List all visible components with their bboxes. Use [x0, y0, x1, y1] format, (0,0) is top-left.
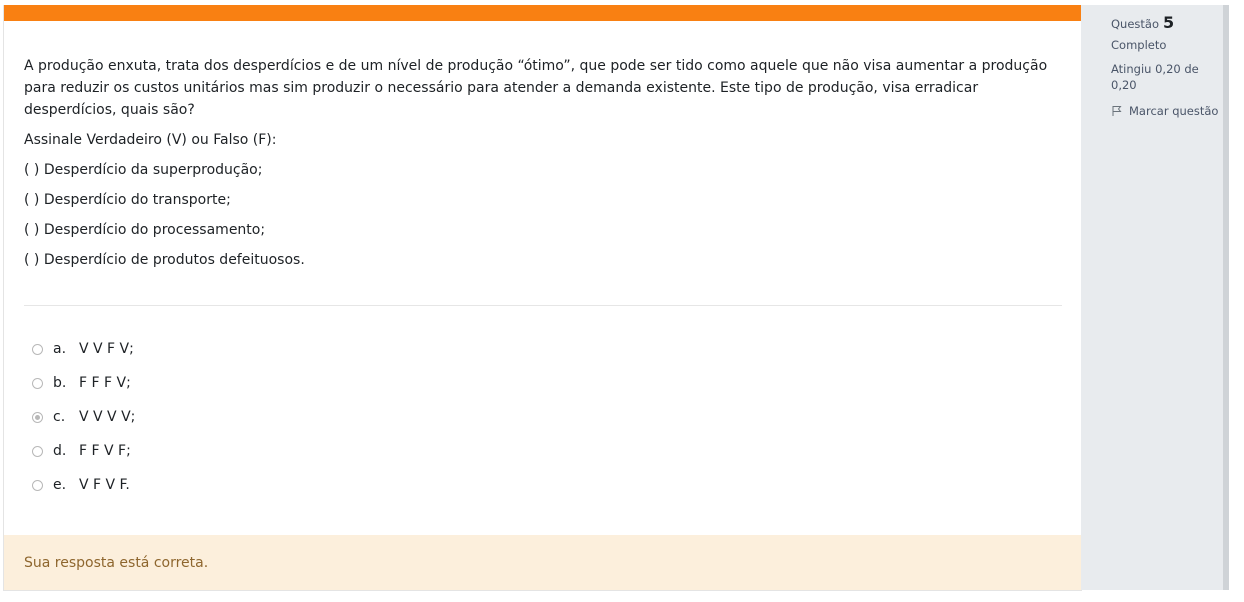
answer-letter: a. [53, 341, 67, 357]
statement-item: ( ) Desperdício do transporte; [24, 192, 231, 208]
answer-letter: e. [53, 477, 67, 493]
question-info: Questão 5 Completo Atingiu 0,20 de 0,20 … [1111, 13, 1221, 118]
answer-option-e[interactable]: e. V F V F. [32, 468, 135, 502]
radio-button-a[interactable] [32, 343, 43, 355]
accent-bar [4, 5, 1082, 21]
question-label: Questão [1111, 17, 1159, 31]
answer-text: F F F V; [79, 375, 131, 391]
answer-text: F F V F; [79, 443, 131, 459]
flag-question-link[interactable]: Marcar questão [1111, 104, 1221, 118]
question-number-value: 5 [1163, 13, 1175, 32]
question-instruction: Assinale Verdadeiro (V) ou Falso (F): [24, 132, 277, 148]
answer-option-b[interactable]: b. F F F V; [32, 366, 135, 400]
question-info-panel: Questão 5 Completo Atingiu 0,20 de 0,20 … [1081, 5, 1223, 590]
feedback-text: Sua resposta está correta. [24, 554, 209, 571]
answer-letter: d. [53, 443, 67, 459]
question-state: Completo [1111, 38, 1167, 52]
divider [24, 305, 1062, 306]
statement-item: ( ) Desperdício da superprodução; [24, 162, 263, 178]
answer-text: V V F V; [79, 341, 134, 357]
flag-label: Marcar questão [1129, 104, 1219, 118]
answer-letter: b. [53, 375, 67, 391]
statement-item: ( ) Desperdício de produtos defeituosos. [24, 252, 305, 268]
feedback-box: Sua resposta está correta. [4, 535, 1082, 590]
answer-text: V F V F. [79, 477, 130, 493]
quiz-page: A produção enxuta, trata dos desperdício… [0, 0, 1244, 602]
answer-option-d[interactable]: d. F F V F; [32, 434, 135, 468]
question-grade: Atingiu 0,20 de 0,20 [1111, 62, 1199, 92]
question-text: A produção enxuta, trata dos desperdício… [24, 55, 1064, 279]
answer-option-c[interactable]: c. V V V V; [32, 400, 135, 434]
question-paragraph: A produção enxuta, trata dos desperdício… [24, 58, 1048, 118]
statement-item: ( ) Desperdício do processamento; [24, 222, 266, 238]
flag-icon [1112, 106, 1122, 116]
scrollbar[interactable] [1223, 5, 1229, 590]
answer-option-a[interactable]: a. V V F V; [32, 332, 135, 366]
radio-button-c[interactable] [32, 411, 43, 423]
question-content: A produção enxuta, trata dos desperdício… [3, 5, 1082, 591]
radio-button-e[interactable] [32, 479, 43, 491]
answer-letter: c. [53, 409, 66, 425]
answer-text: V V V V; [79, 409, 136, 425]
radio-button-b[interactable] [32, 377, 43, 389]
answer-options: a. V V F V; b. F F F V; c. V V V V; d. F… [32, 332, 135, 502]
radio-button-d[interactable] [32, 445, 43, 457]
question-number: Questão 5 [1111, 13, 1221, 32]
